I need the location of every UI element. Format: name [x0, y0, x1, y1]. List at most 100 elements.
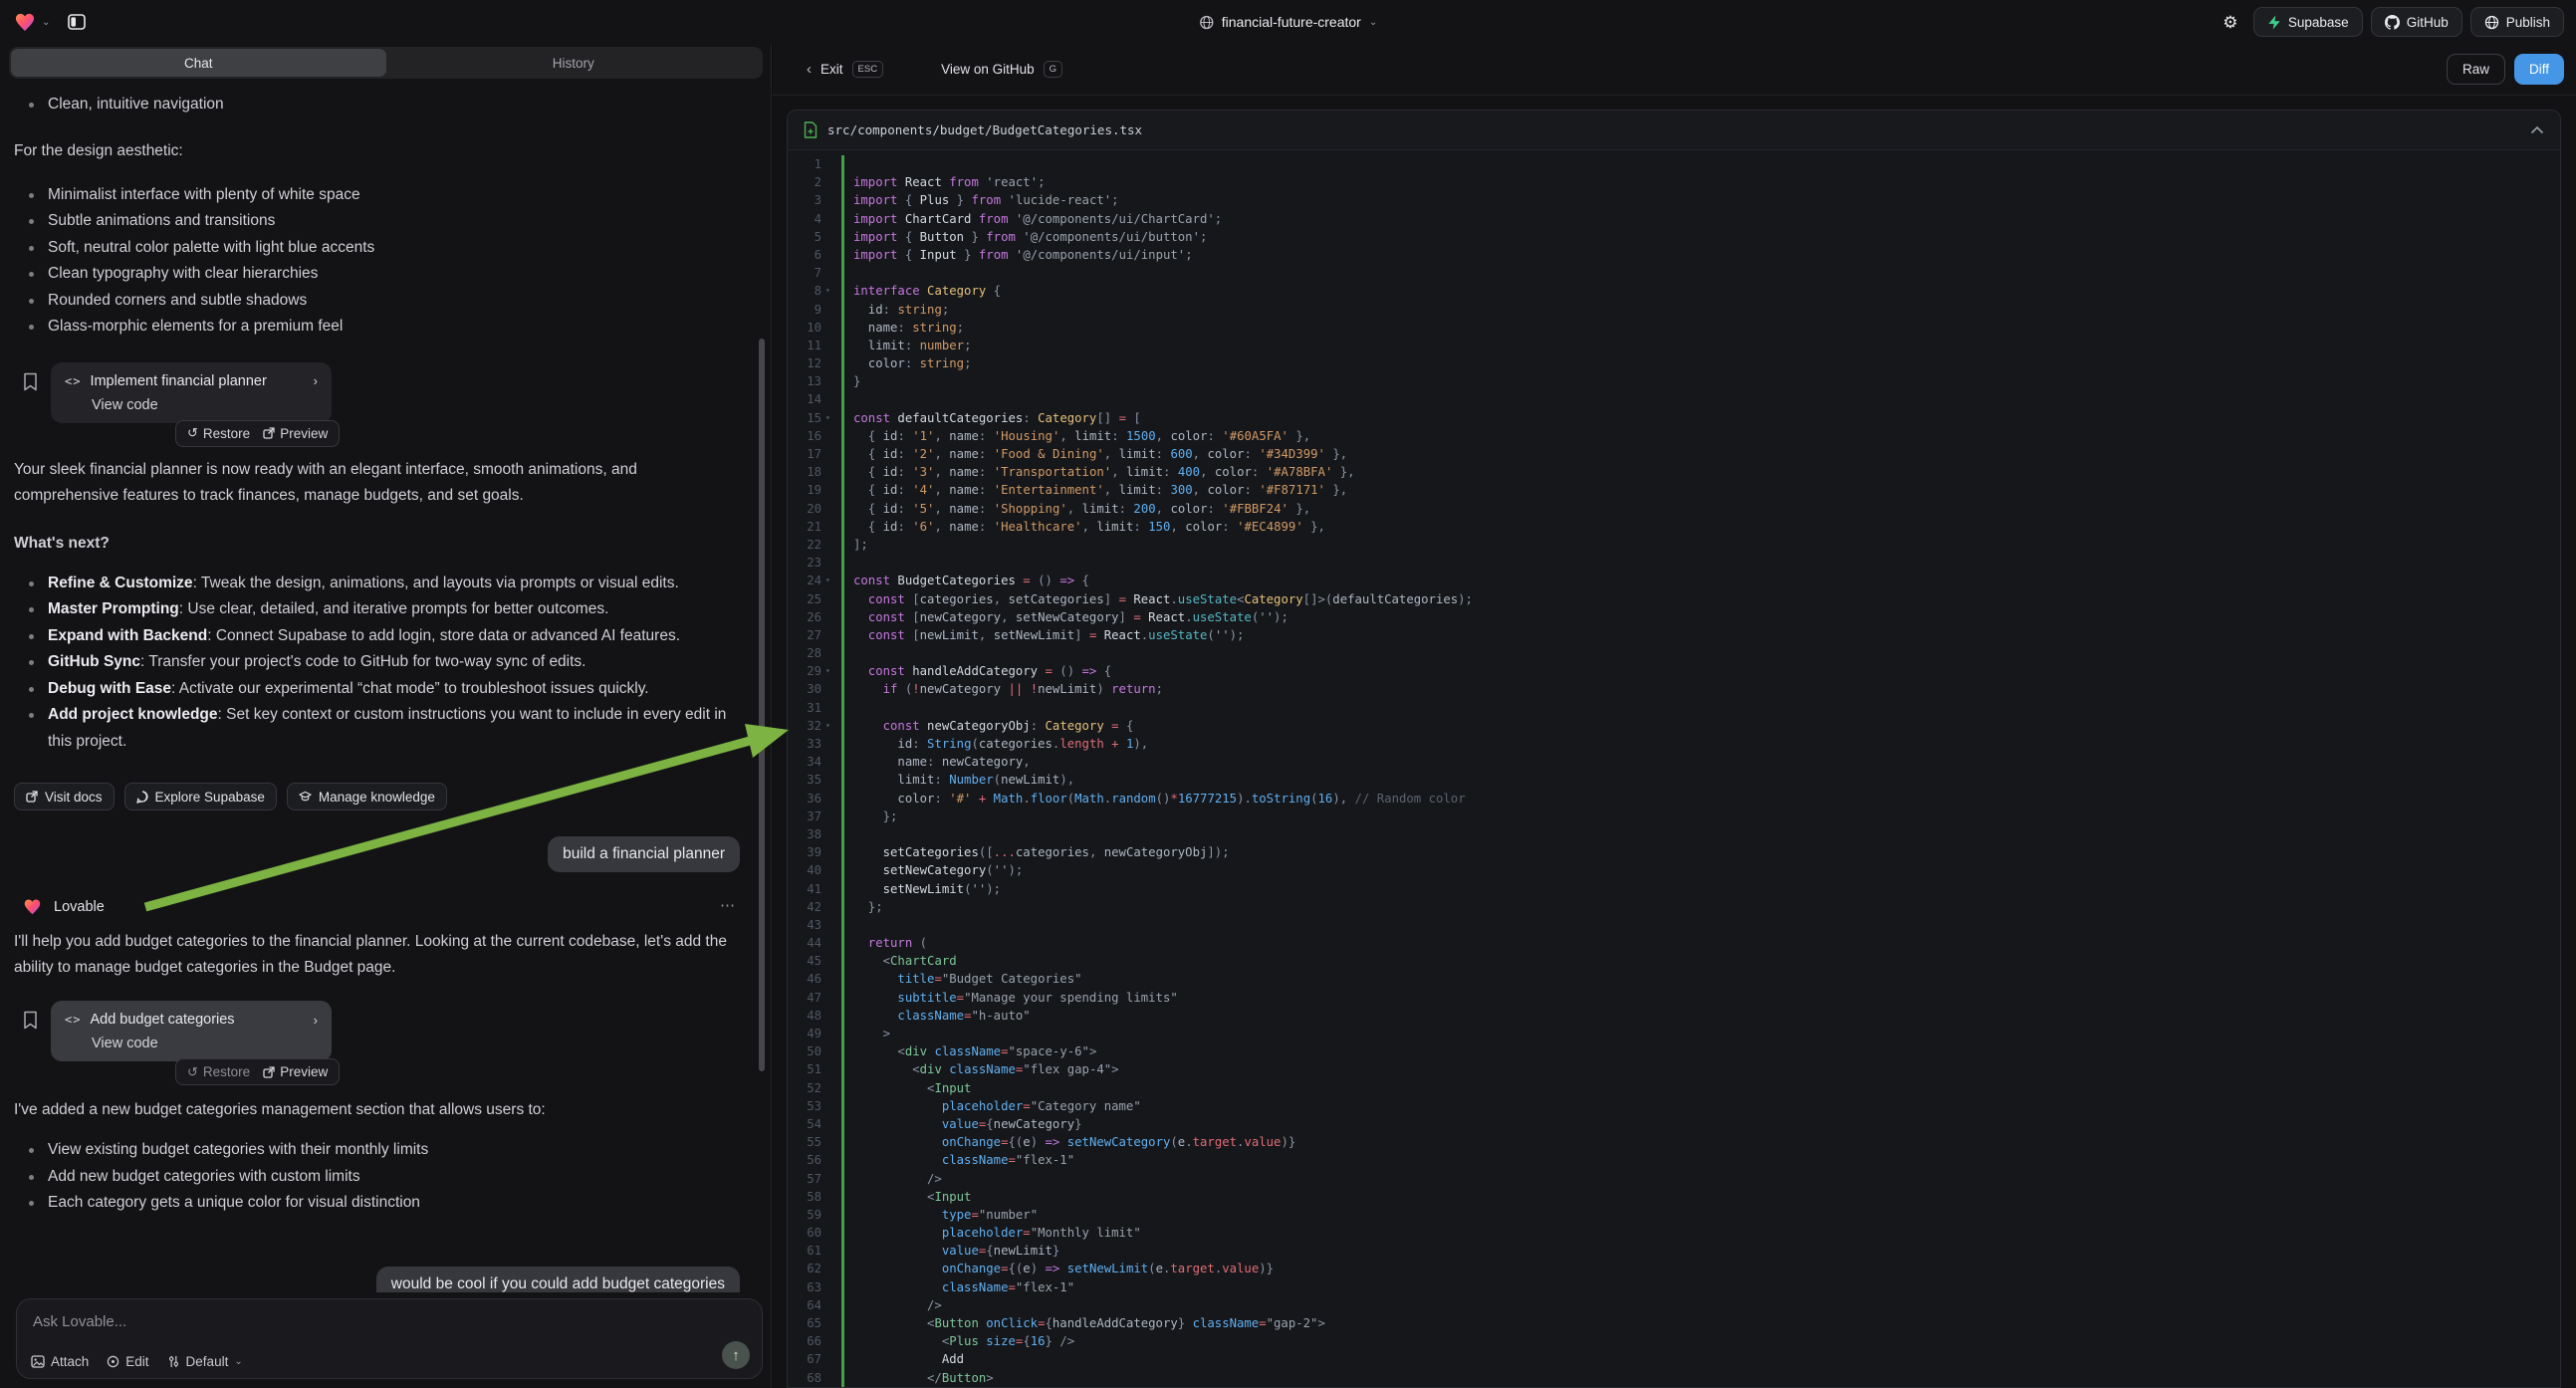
- chevron-left-icon: ‹: [807, 61, 812, 78]
- code-line: 14: [788, 390, 2560, 408]
- restore-button[interactable]: ↺Restore: [187, 1064, 250, 1080]
- github-icon: [2385, 15, 2400, 30]
- project-caret-icon: ⌄: [1369, 17, 1377, 28]
- code-line: 45 <ChartCard: [788, 952, 2560, 970]
- version-card-add-budget-categories[interactable]: <> Add budget categories › View code ↺Re…: [51, 1001, 332, 1061]
- chat-bullet: Clean, intuitive navigation: [14, 92, 741, 118]
- exit-label: Exit: [820, 62, 843, 77]
- top-bar: ⌄ financial-future-creator ⌄ ⚙: [0, 0, 2576, 44]
- code-line: 44 return (: [788, 934, 2560, 952]
- code-line: 43: [788, 916, 2560, 934]
- supabase-button[interactable]: Supabase: [2253, 7, 2363, 37]
- view-code-link[interactable]: View code: [92, 397, 318, 413]
- external-link-icon: [263, 427, 275, 439]
- code-line: 38: [788, 825, 2560, 843]
- lovable-heart-icon: [23, 898, 42, 915]
- chat-bubble-icon: [136, 791, 148, 804]
- restore-button[interactable]: ↺Restore: [187, 425, 250, 441]
- publish-button[interactable]: Publish: [2470, 7, 2564, 37]
- code-line: 3import { Plus } from 'lucide-react';: [788, 191, 2560, 209]
- bookmark-icon[interactable]: [23, 1011, 38, 1035]
- send-button[interactable]: ↑: [722, 1341, 750, 1369]
- whats-next-item: Expand with Backend: Connect Supabase to…: [14, 623, 741, 650]
- settings-button[interactable]: ⚙: [2216, 7, 2245, 37]
- version-actions: ↺Restore Preview: [175, 1058, 340, 1085]
- code-line: 25 const [categories, setCategories] = R…: [788, 590, 2560, 608]
- code-line: 5import { Button } from '@/components/ui…: [788, 228, 2560, 246]
- code-view-header: ‹ Exit ESC View on GitHub G Raw Diff: [773, 44, 2576, 96]
- code-line: 2import React from 'react';: [788, 173, 2560, 191]
- explore-supabase-button[interactable]: Explore Supabase: [124, 783, 277, 810]
- code-line: 54 value={newCategory}: [788, 1115, 2560, 1133]
- code-line: 30 if (!newCategory || !newLimit) return…: [788, 680, 2560, 698]
- code-line: 47 subtitle="Manage your spending limits…: [788, 989, 2560, 1007]
- code-line: 36 color: '#' + Math.floor(Math.random()…: [788, 790, 2560, 808]
- code-line: 53 placeholder="Category name": [788, 1097, 2560, 1115]
- view-on-github-button[interactable]: View on GitHub G: [941, 61, 1062, 78]
- chevron-up-icon[interactable]: [2530, 125, 2544, 134]
- code-line: 28: [788, 644, 2560, 662]
- logo-menu-caret-icon[interactable]: ⌄: [42, 17, 50, 28]
- panel-left-icon: [68, 14, 86, 30]
- whats-next-item: Refine & Customize: Tweak the design, an…: [14, 571, 741, 597]
- tab-chat[interactable]: Chat: [11, 49, 386, 77]
- code-line: 67 Add: [788, 1350, 2560, 1368]
- chat-input[interactable]: [33, 1313, 746, 1330]
- assistant-paragraph: I'll help you add budget categories to t…: [14, 929, 741, 981]
- project-name: financial-future-creator: [1222, 14, 1361, 30]
- code-line: 9 id: string;: [788, 301, 2560, 319]
- file-header[interactable]: src/components/budget/BudgetCategories.t…: [788, 111, 2560, 150]
- file-added-icon: [804, 121, 818, 138]
- arrow-up-icon: ↑: [732, 1347, 740, 1364]
- design-bullet: Soft, neutral color palette with light b…: [14, 235, 741, 262]
- tab-history[interactable]: History: [386, 49, 762, 77]
- version-card-implement-financial-planner[interactable]: <> Implement financial planner › View co…: [51, 362, 332, 423]
- code-line: 50 <div className="space-y-6">: [788, 1042, 2560, 1060]
- exit-button[interactable]: ‹ Exit ESC: [807, 61, 883, 78]
- project-switcher[interactable]: financial-future-creator ⌄: [1199, 14, 1377, 30]
- mode-selector[interactable]: Default ⌄: [167, 1354, 243, 1369]
- preview-button[interactable]: Preview: [263, 1064, 328, 1079]
- code-line: 15▾const defaultCategories: Category[] =…: [788, 409, 2560, 427]
- message-more-menu[interactable]: ⋯: [720, 896, 736, 914]
- code-line: 64 />: [788, 1296, 2560, 1314]
- github-button[interactable]: GitHub: [2371, 7, 2462, 37]
- code-editor[interactable]: 12import React from 'react';3import { Pl…: [788, 150, 2560, 1387]
- view-on-github-label: View on GitHub: [941, 62, 1035, 77]
- whats-next-heading: What's next?: [14, 531, 741, 557]
- chat-scrollbar[interactable]: [759, 339, 765, 1071]
- chat-panel: Chat History Clean, intuitive navigation…: [0, 44, 772, 1388]
- code-line: 18 { id: '3', name: 'Transportation', li…: [788, 463, 2560, 481]
- code-line: 33 id: String(categories.length + 1),: [788, 735, 2560, 753]
- code-line: 68 </Button>: [788, 1369, 2560, 1387]
- view-code-link[interactable]: View code: [92, 1036, 318, 1051]
- mode-caret-icon: ⌄: [234, 1356, 242, 1367]
- visit-docs-button[interactable]: Visit docs: [14, 783, 115, 810]
- code-line: 59 type="number": [788, 1206, 2560, 1224]
- code-line: 39 setCategories([...categories, newCate…: [788, 843, 2560, 861]
- result-bullet: Each category gets a unique color for vi…: [14, 1190, 741, 1217]
- code-line: 21 { id: '6', name: 'Healthcare', limit:…: [788, 518, 2560, 536]
- design-bullet: Clean typography with clear hierarchies: [14, 261, 741, 288]
- chat-messages[interactable]: Clean, intuitive navigation For the desi…: [0, 80, 772, 1292]
- publish-label: Publish: [2506, 15, 2550, 30]
- raw-toggle-button[interactable]: Raw: [2447, 54, 2505, 85]
- edit-button[interactable]: Edit: [107, 1354, 148, 1369]
- restore-icon: ↺: [187, 425, 198, 441]
- code-line: 13}: [788, 372, 2560, 390]
- bookmark-icon[interactable]: [23, 372, 38, 396]
- diff-toggle-button[interactable]: Diff: [2514, 54, 2564, 85]
- manage-knowledge-button[interactable]: Manage knowledge: [287, 783, 447, 810]
- version-card-title: Implement financial planner: [90, 373, 304, 389]
- code-line: 7: [788, 264, 2560, 282]
- result-bullet: Add new budget categories with custom li…: [14, 1164, 741, 1191]
- sidebar-toggle-button[interactable]: [62, 7, 92, 37]
- code-line: 10 name: string;: [788, 319, 2560, 337]
- preview-button[interactable]: Preview: [263, 426, 328, 441]
- code-line: 17 { id: '2', name: 'Food & Dining', lim…: [788, 445, 2560, 463]
- lovable-heart-logo[interactable]: [14, 12, 36, 32]
- code-line: 29▾ const handleAddCategory = () => {: [788, 662, 2560, 680]
- code-line: 34 name: newCategory,: [788, 753, 2560, 771]
- attach-button[interactable]: Attach: [31, 1354, 89, 1369]
- code-line: 12 color: string;: [788, 354, 2560, 372]
